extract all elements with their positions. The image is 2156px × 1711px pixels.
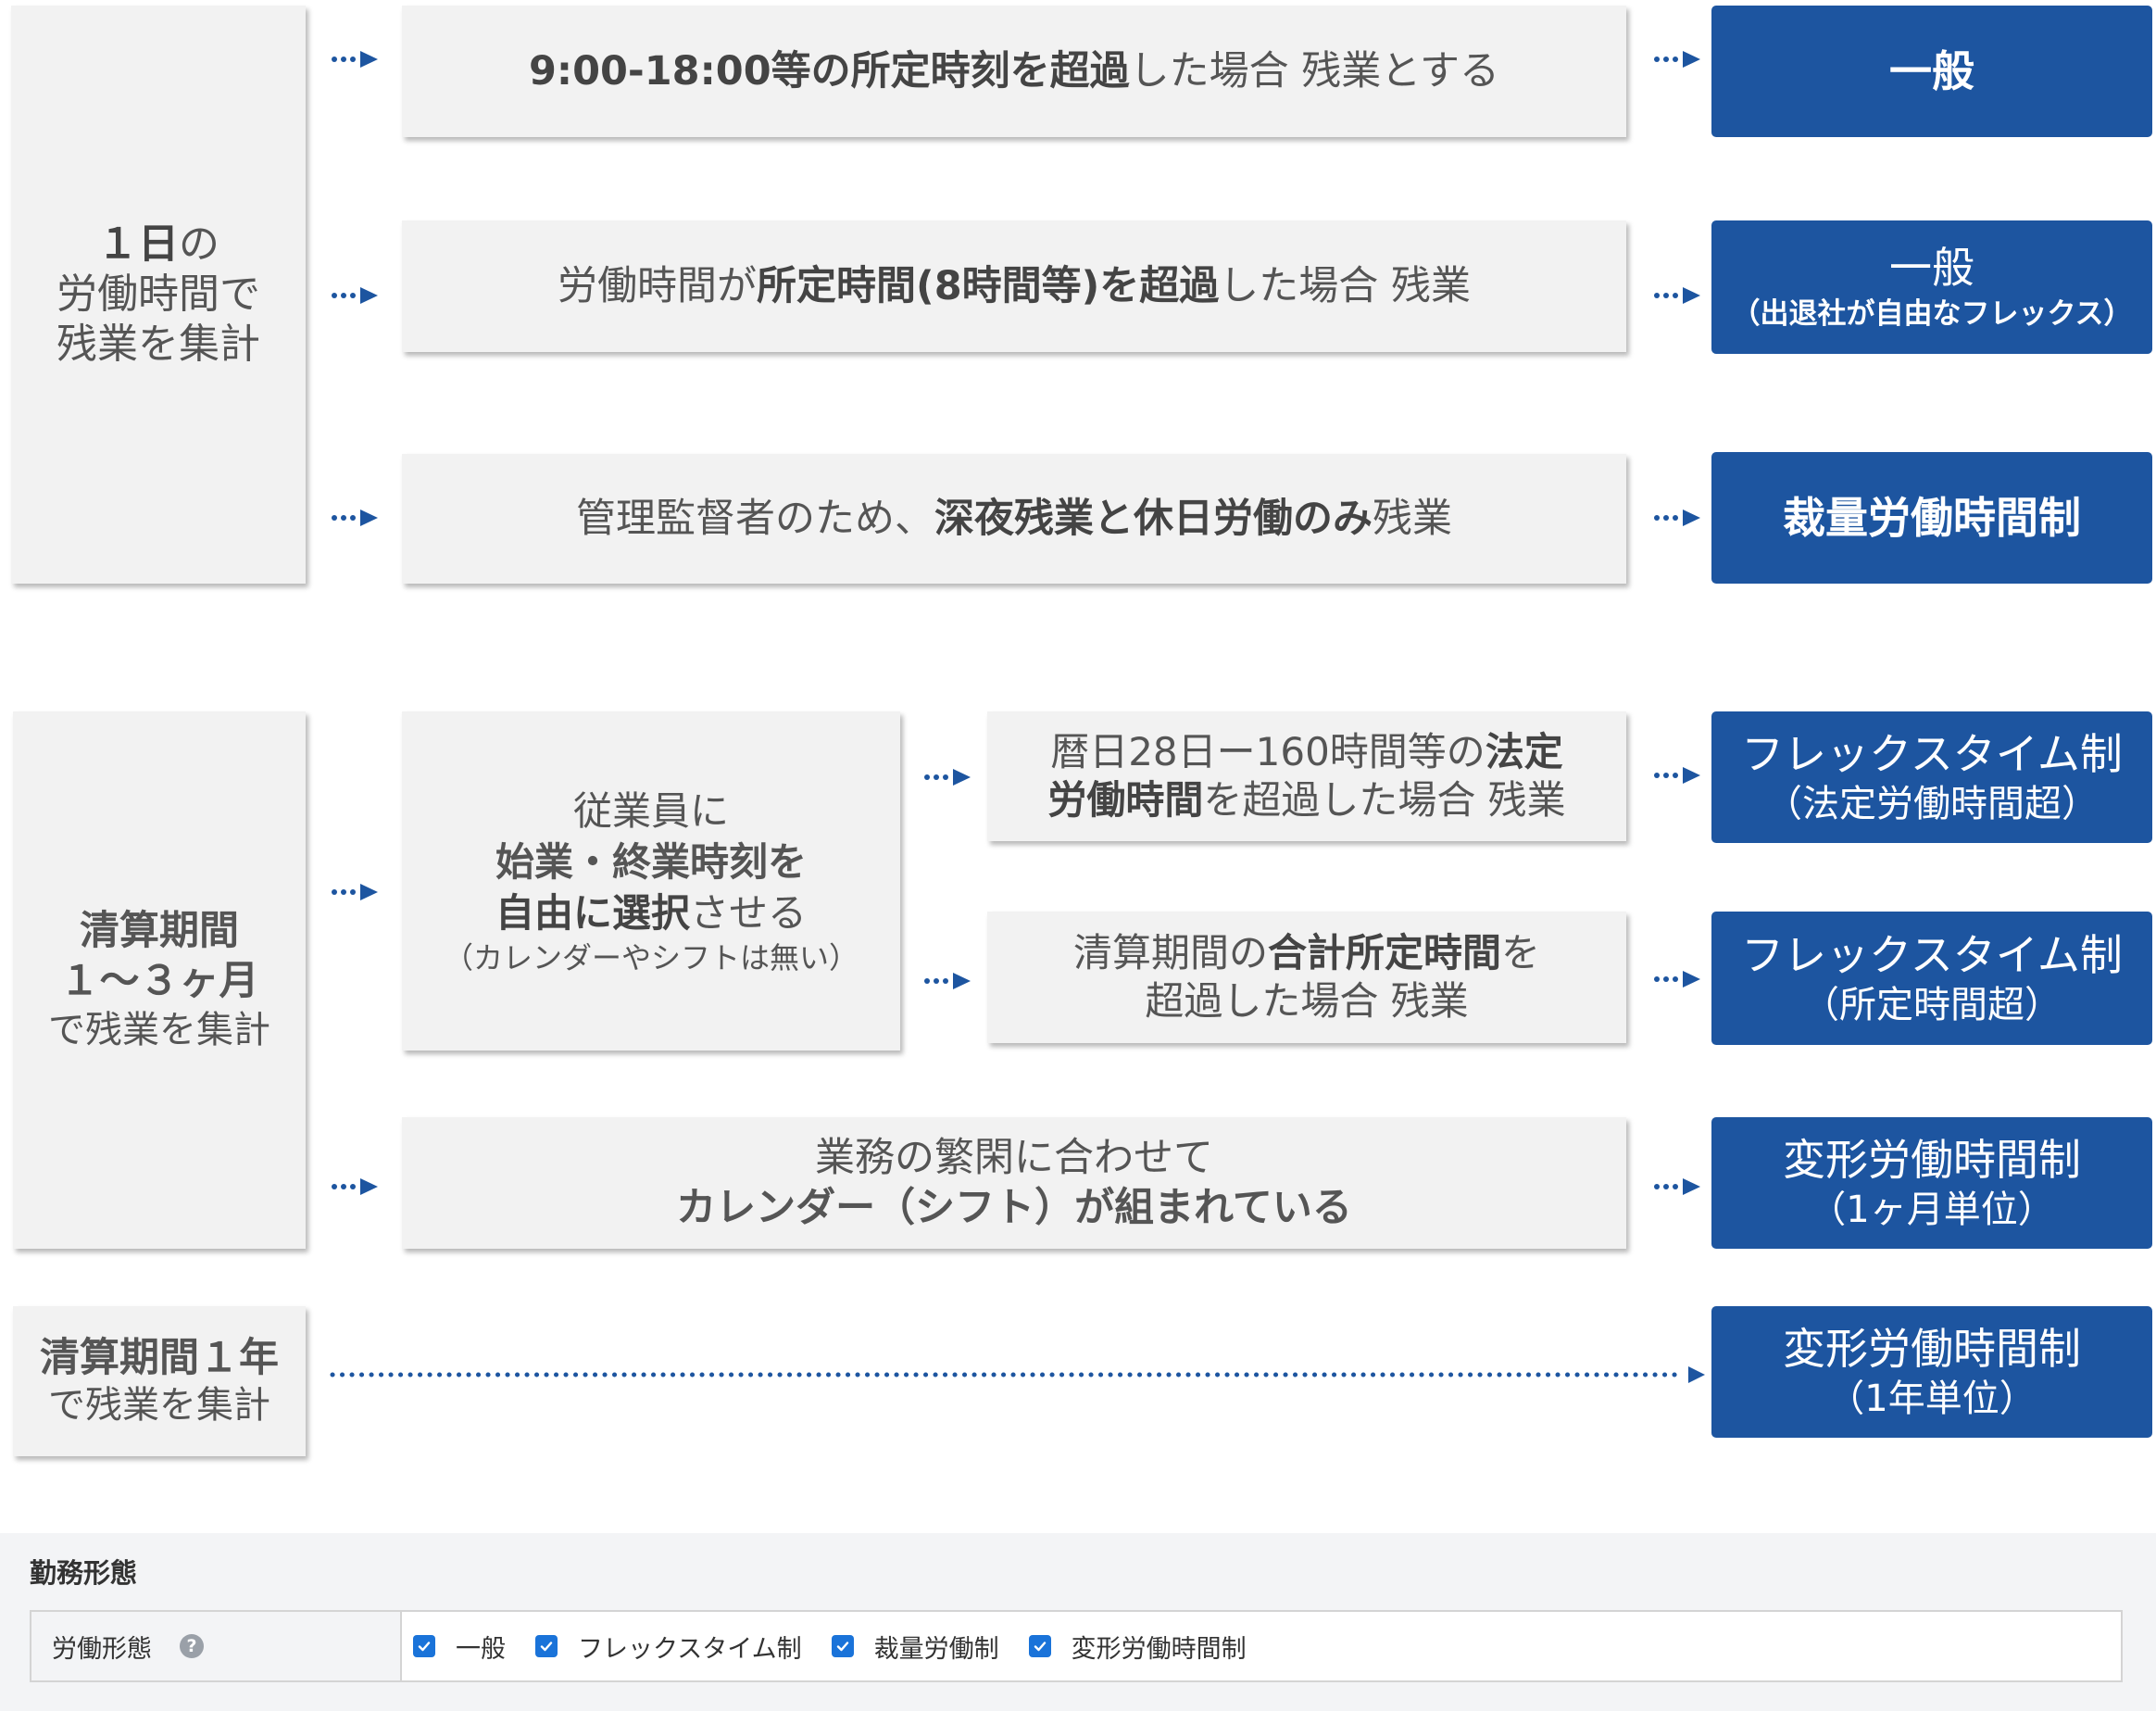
condition-total-hours-post: を [1501, 930, 1541, 975]
condition-fixed-time: 9:00-18:00等の所定時刻を超過した場合 残業とする [402, 6, 1626, 137]
group-1-3-months-line3: で残業を集計 [48, 1009, 270, 1051]
group-one-day-line3: 残業を集計 [56, 321, 260, 368]
result-general-flex-sub: （出退社が自由なフレックス） [1731, 297, 2133, 331]
result-variable-1year-main: 変形労働時間制 [1783, 1324, 2081, 1374]
condition-manager: 管理監督者のため、深夜残業と休日労働のみ残業 [402, 454, 1626, 584]
result-variable-1month-sub: （1ヶ月単位） [1809, 1189, 2055, 1231]
group-one-day-line2: 労働時間で [56, 270, 260, 318]
group-1-3-months-line2: １～３ヶ月 [59, 958, 259, 1004]
result-discretionary: 裁量労働時間制 [1711, 452, 2152, 584]
condition-fixed-hours-bold: 所定時間(8時間等)を超過 [757, 263, 1220, 309]
arrow-group1-to-c3 [332, 510, 378, 526]
arrow-c1-to-r1 [1654, 51, 1700, 68]
condition-total-hours-bold: 合計所定時間 [1267, 930, 1501, 975]
condition-legal-hours-bold2: 労働時間 [1047, 777, 1204, 823]
condition-total-hours-pre: 清算期間の [1072, 930, 1268, 975]
condition-total-hours-line2: 超過した場合 残業 [1145, 978, 1469, 1024]
checkbox-general[interactable] [413, 1635, 435, 1657]
arrow-c5-to-r5 [1654, 971, 1700, 988]
group-one-day-bold: １日 [97, 220, 179, 268]
result-flextime-scheduled: フレックスタイム制 （所定時間超） [1711, 912, 2152, 1045]
condition-total-hours: 清算期間の合計所定時間を 超過した場合 残業 [987, 912, 1626, 1043]
result-flextime-legal-main: フレックスタイム制 [1741, 729, 2123, 779]
arrow-group1-to-c2 [332, 287, 378, 304]
arrow-group3-to-r7 [330, 1366, 1705, 1383]
arrow-flex-to-c4 [924, 769, 971, 786]
option-discretionary[interactable]: 裁量労働制 [831, 1629, 999, 1665]
arrow-group2-to-c6 [332, 1178, 378, 1195]
group-1-3-months: 清算期間 １～３ヶ月 で残業を集計 [13, 711, 306, 1249]
checkbox-flextime[interactable] [535, 1635, 558, 1657]
condition-manager-rest: 残業 [1373, 496, 1452, 542]
condition-fixed-hours: 労働時間が所定時間(8時間等)を超過した場合 残業 [402, 220, 1626, 352]
arrow-group1-to-c1 [332, 51, 378, 68]
result-general: 一般 [1711, 6, 2152, 137]
group-1-year: 清算期間１年 で残業を集計 [13, 1306, 306, 1456]
result-variable-1year: 変形労働時間制 （1年単位） [1711, 1306, 2152, 1438]
row-label: 労働形態 [52, 1634, 152, 1664]
option-flextime[interactable]: フレックスタイム制 [535, 1629, 802, 1665]
condition-fixed-time-rest: した場合 残業とする [1129, 48, 1500, 94]
condition-manager-pre: 管理監督者のため、 [576, 496, 934, 542]
result-discretionary-main: 裁量労働時間制 [1783, 493, 2081, 543]
condition-manager-bold: 深夜残業と休日労働のみ [934, 496, 1373, 542]
result-variable-1month-main: 変形労働時間制 [1783, 1135, 2081, 1185]
check-icon [836, 1642, 848, 1652]
arrow-c6-to-r6 [1654, 1178, 1700, 1195]
condition-fixed-hours-rest: した場合 残業 [1219, 263, 1471, 309]
result-general-flex: 一般 （出退社が自由なフレックス） [1711, 220, 2152, 354]
option-general[interactable]: 一般 [413, 1629, 506, 1665]
condition-legal-hours-pre: 暦日28日ー160時間等の [1050, 729, 1485, 774]
condition-legal-hours-bold1: 法定 [1485, 729, 1563, 774]
condition-calendar: 業務の繁閑に合わせて カレンダー（シフト）が組まれている [402, 1117, 1626, 1249]
result-variable-1year-sub: （1年単位） [1827, 1378, 2037, 1420]
condition-free-choice-line1: 従業員に [572, 787, 729, 834]
help-icon[interactable]: ? [180, 1634, 204, 1658]
arrow-group2-to-flex [332, 884, 378, 900]
condition-calendar-line2: カレンダー（シフト）が組まれている [676, 1185, 1352, 1231]
condition-free-choice-line4: （カレンダーやシフトは無い） [443, 939, 859, 975]
option-variable-label: 変形労働時間制 [1071, 1634, 1247, 1664]
check-icon [418, 1642, 431, 1652]
option-flextime-label: フレックスタイム制 [578, 1634, 802, 1664]
result-flextime-scheduled-sub: （所定時間超） [1802, 984, 2062, 1026]
work-style-options: 一般 フレックスタイム制 裁量労働制 変形労働時間制 [413, 1612, 1276, 1680]
option-discretionary-label: 裁量労働制 [873, 1634, 999, 1664]
condition-fixed-hours-pre: 労働時間が [558, 263, 758, 309]
condition-free-choice-line2: 始業・終業時刻を [495, 838, 807, 885]
condition-calendar-line1: 業務の繁閑に合わせて [815, 1135, 1213, 1181]
option-general-label: 一般 [456, 1634, 506, 1664]
arrow-c2-to-r2 [1654, 287, 1700, 304]
arrow-c4-to-r4 [1654, 767, 1700, 784]
condition-free-choice: 従業員に 始業・終業時刻を 自由に選択させる （カレンダーやシフトは無い） [402, 711, 900, 1051]
checkbox-variable[interactable] [1028, 1635, 1051, 1657]
checkbox-discretionary[interactable] [831, 1635, 854, 1657]
condition-free-choice-line3-rest: させる [690, 889, 808, 936]
result-variable-1month: 変形労働時間制 （1ヶ月単位） [1711, 1117, 2152, 1249]
check-icon [540, 1642, 553, 1652]
result-flextime-legal: フレックスタイム制 （法定労働時間超） [1711, 711, 2152, 843]
result-general-main: 一般 [1889, 46, 1974, 96]
condition-fixed-time-bold: 9:00-18:00等の所定時刻を超過 [528, 48, 1130, 94]
group-1-year-line1: 清算期間１年 [40, 1335, 279, 1381]
arrow-flex-to-c5 [924, 973, 971, 989]
group-one-day: １日の 労働時間で 残業を集計 [11, 6, 306, 584]
group-one-day-suffix: の [179, 220, 219, 268]
result-general-flex-main: 一般 [1889, 243, 1974, 293]
condition-legal-hours: 暦日28日ー160時間等の法定 労働時間を超過した場合 残業 [987, 711, 1626, 841]
group-1-year-line2: で残業を集計 [48, 1384, 270, 1427]
result-flextime-scheduled-main: フレックスタイム制 [1741, 930, 2123, 980]
result-flextime-legal-sub: （法定労働時間超） [1765, 783, 2099, 825]
arrow-c3-to-r3 [1654, 510, 1700, 526]
option-variable[interactable]: 変形労働時間制 [1028, 1629, 1247, 1665]
condition-free-choice-line3-bold: 自由に選択 [495, 889, 690, 936]
section-title: 勤務形態 [30, 1557, 138, 1589]
check-icon [1034, 1642, 1046, 1652]
row-label-cell: 労働形態 ? [31, 1612, 402, 1680]
work-style-row: 労働形態 ? 一般 フレックスタイム制 裁量労働制 変形労働時間制 [30, 1610, 2123, 1682]
condition-legal-hours-rest: を超過した場合 残業 [1203, 777, 1566, 823]
group-1-3-months-line1: 清算期間 [80, 908, 239, 954]
